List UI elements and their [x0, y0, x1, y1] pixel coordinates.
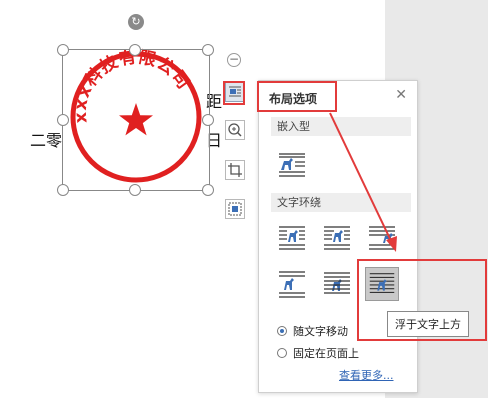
annotation-arrow — [329, 112, 397, 252]
